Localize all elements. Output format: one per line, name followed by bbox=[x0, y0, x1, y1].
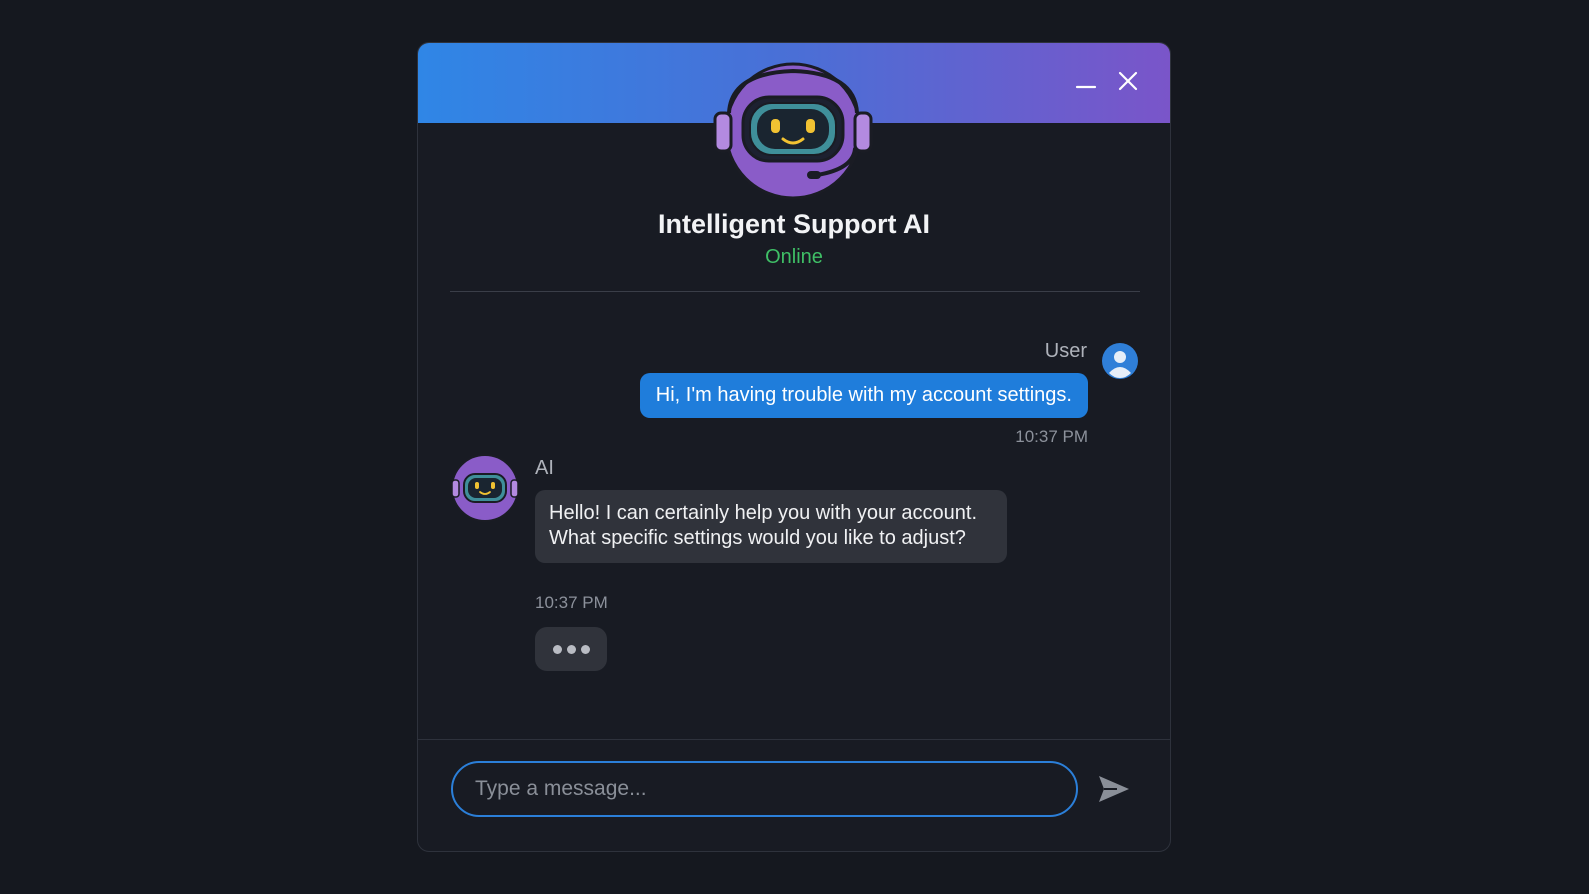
typing-dot bbox=[552, 644, 562, 654]
composer-divider bbox=[418, 739, 1170, 740]
status-online: Online bbox=[765, 246, 823, 268]
chat-window: Intelligent Support AI Online User Hi, I… bbox=[417, 42, 1171, 852]
message-input[interactable] bbox=[451, 761, 1078, 817]
bot-avatar-icon bbox=[713, 62, 873, 200]
ai-message-bubble: Hello! I can certainly help you with you… bbox=[535, 490, 1007, 563]
typing-indicator bbox=[535, 627, 607, 671]
user-sender-label: User bbox=[1044, 340, 1087, 362]
user-avatar-icon bbox=[1102, 343, 1138, 379]
close-icon bbox=[1118, 71, 1138, 91]
user-message-time: 10:37 PM bbox=[1015, 427, 1088, 446]
header-divider bbox=[450, 291, 1140, 292]
typing-dot bbox=[580, 644, 590, 654]
ai-sender-label: AI bbox=[535, 457, 554, 479]
page-title: Intelligent Support AI bbox=[658, 209, 930, 239]
ai-avatar-icon bbox=[451, 454, 519, 522]
send-icon bbox=[1099, 776, 1129, 802]
minimize-icon bbox=[1075, 85, 1097, 89]
send-button[interactable] bbox=[1096, 771, 1132, 807]
ai-message-time: 10:37 PM bbox=[535, 593, 608, 612]
minimize-button[interactable] bbox=[1072, 67, 1100, 95]
close-button[interactable] bbox=[1114, 67, 1142, 95]
typing-dot bbox=[566, 644, 576, 654]
user-message-bubble: Hi, I'm having trouble with my account s… bbox=[639, 373, 1088, 418]
